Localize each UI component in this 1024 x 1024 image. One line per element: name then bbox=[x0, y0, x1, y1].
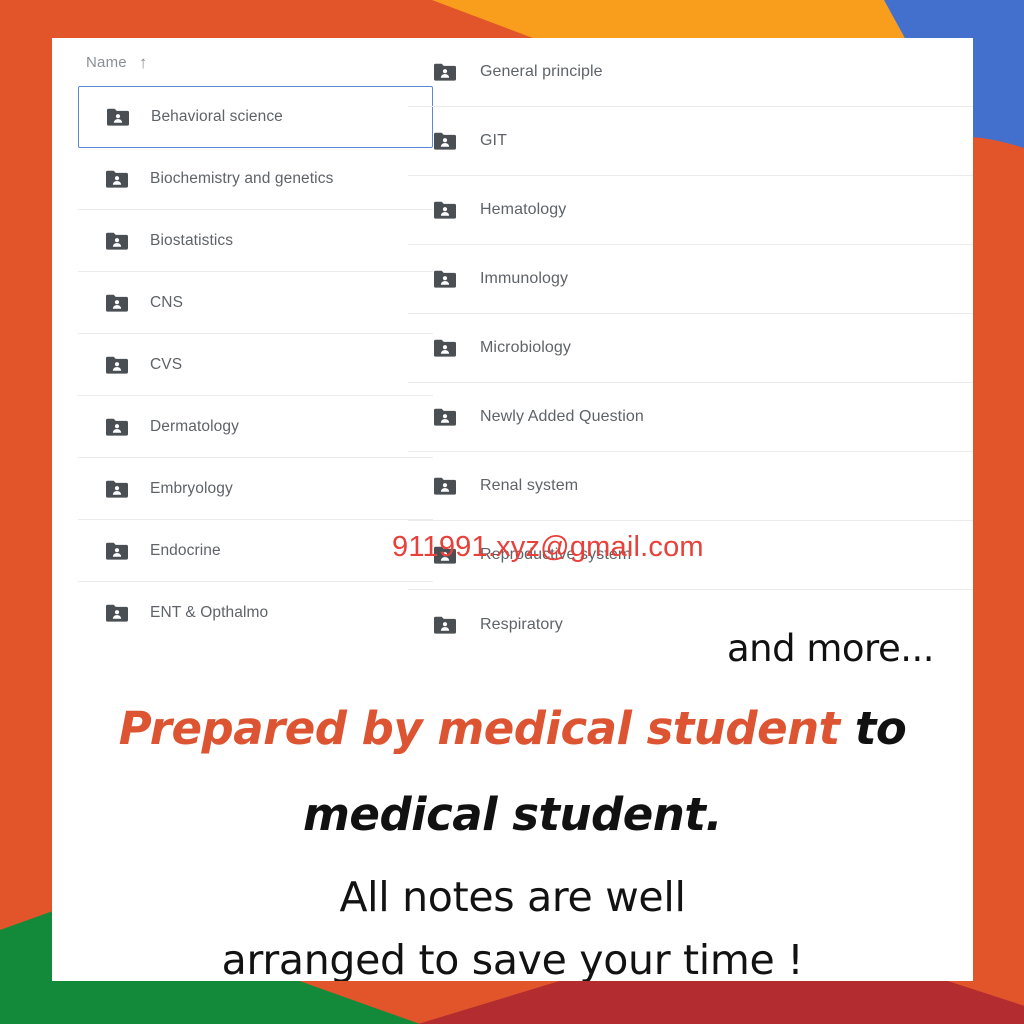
shared-folder-icon bbox=[106, 542, 128, 560]
shared-folder-icon bbox=[106, 604, 128, 622]
file-row-hematology[interactable]: Hematology bbox=[408, 176, 973, 245]
shared-folder-icon bbox=[434, 270, 456, 288]
file-row-cvs[interactable]: CVS bbox=[78, 334, 433, 396]
shared-folder-icon bbox=[106, 232, 128, 250]
file-row-label: Microbiology bbox=[480, 339, 572, 356]
file-row-git[interactable]: GIT bbox=[408, 107, 973, 176]
and-more-label: and more... bbox=[727, 627, 935, 670]
shared-folder-icon bbox=[106, 418, 128, 436]
shared-folder-icon bbox=[434, 132, 456, 150]
file-row-label: CVS bbox=[150, 355, 183, 373]
file-row-label: Biostatistics bbox=[150, 231, 234, 249]
closing-message: All notes are well arranged to save your… bbox=[52, 866, 973, 981]
file-row-biochemistry-and-genetics[interactable]: Biochemistry and genetics bbox=[78, 148, 433, 210]
shared-folder-icon bbox=[434, 616, 456, 634]
closing-line-1: All notes are well bbox=[339, 873, 686, 921]
shared-folder-icon bbox=[107, 108, 129, 126]
file-row-embryology[interactable]: Embryology bbox=[78, 458, 433, 520]
file-row-label: Biochemistry and genetics bbox=[150, 169, 334, 187]
file-row-label: Immunology bbox=[480, 270, 569, 287]
file-row-label: Behavioral science bbox=[151, 108, 283, 125]
file-row-label: Dermatology bbox=[150, 417, 239, 435]
tagline-tail: to bbox=[839, 702, 907, 755]
shared-folder-icon bbox=[106, 480, 128, 498]
shared-folder-icon bbox=[434, 63, 456, 81]
file-row-ent-and-opthalmo[interactable]: ENT & Opthalmo bbox=[78, 582, 433, 644]
shared-folder-icon bbox=[106, 170, 128, 188]
file-row-label: Respiratory bbox=[480, 615, 563, 633]
file-row-general-principle[interactable]: General principle bbox=[408, 38, 973, 107]
poster-canvas: Name ↑ Behavioral science Biochemistry a… bbox=[0, 0, 1024, 1024]
file-row-label: ENT & Opthalmo bbox=[150, 604, 269, 621]
file-row-dermatology[interactable]: Dermatology bbox=[78, 396, 433, 458]
file-row-label: Endocrine bbox=[150, 541, 221, 559]
tagline-highlight: Prepared by medical student bbox=[118, 702, 840, 755]
shared-folder-icon bbox=[434, 201, 456, 219]
column-header-name[interactable]: Name ↑ bbox=[78, 38, 433, 86]
file-row-behavioral-science[interactable]: Behavioral science bbox=[78, 86, 433, 148]
column-header-label: Name bbox=[86, 53, 127, 71]
file-row-microbiology[interactable]: Microbiology bbox=[408, 314, 973, 383]
tagline: Prepared by medical student to medical s… bbox=[52, 686, 973, 858]
file-browser: Name ↑ Behavioral science Biochemistry a… bbox=[52, 38, 973, 658]
file-row-biostatistics[interactable]: Biostatistics bbox=[78, 210, 433, 272]
shared-folder-icon bbox=[434, 339, 456, 357]
file-row-endocrine[interactable]: Endocrine bbox=[78, 520, 433, 582]
watermark-email: 911991.xyz@gmail.com bbox=[392, 531, 704, 563]
tagline-line-1: Prepared by medical student to bbox=[52, 686, 973, 772]
file-row-cns[interactable]: CNS bbox=[78, 272, 433, 334]
sort-arrow-up-icon[interactable]: ↑ bbox=[139, 54, 148, 71]
file-row-label: CNS bbox=[150, 293, 184, 311]
file-list-left-column: Name ↑ Behavioral science Biochemistry a… bbox=[78, 38, 433, 644]
file-row-immunology[interactable]: Immunology bbox=[408, 245, 973, 314]
shared-folder-icon bbox=[434, 477, 456, 495]
closing-line-2: arranged to save your time ! bbox=[221, 936, 804, 981]
shared-folder-icon bbox=[106, 294, 128, 312]
file-row-newly-added-question[interactable]: Newly Added Question bbox=[408, 383, 973, 452]
file-list-right-column: General principle GIT Hematology Immunol… bbox=[408, 38, 973, 659]
file-row-label: Hematology bbox=[480, 201, 567, 218]
tagline-line-2: medical student. bbox=[303, 788, 722, 841]
shared-folder-icon bbox=[434, 408, 456, 426]
content-card: Name ↑ Behavioral science Biochemistry a… bbox=[52, 38, 973, 981]
file-row-renal-system[interactable]: Renal system bbox=[408, 452, 973, 521]
file-row-label: GIT bbox=[480, 132, 507, 149]
file-row-label: Embryology bbox=[150, 479, 233, 497]
file-row-label: General principle bbox=[480, 63, 603, 80]
file-row-label: Renal system bbox=[480, 477, 579, 494]
shared-folder-icon bbox=[106, 356, 128, 374]
file-row-label: Newly Added Question bbox=[480, 408, 644, 425]
